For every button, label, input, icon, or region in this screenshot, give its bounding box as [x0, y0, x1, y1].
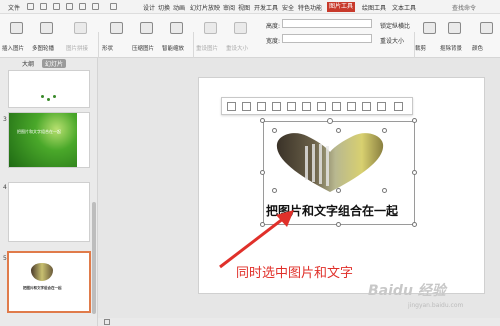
align-center-icon[interactable]	[242, 102, 251, 111]
slide-thumbnail-4[interactable]	[8, 182, 90, 242]
crop-icon	[423, 22, 436, 34]
align-right-icon[interactable]	[257, 102, 266, 111]
matting-icon	[448, 22, 461, 34]
compress-picture-button[interactable]: 压缩图片	[132, 16, 162, 56]
reset-picture-button[interactable]: 重设图片	[196, 16, 226, 56]
preview-icon[interactable]	[79, 3, 86, 10]
shape-button[interactable]: 形状	[102, 16, 132, 56]
reset-size-button[interactable]: 重设大小	[226, 16, 256, 56]
format-painter-icon[interactable]	[92, 3, 99, 10]
save-icon[interactable]	[27, 3, 34, 10]
slide-image	[9, 113, 77, 167]
tab-drawing-tools[interactable]: 绘图工具	[362, 3, 386, 12]
status-bar	[98, 318, 500, 326]
tab-review[interactable]: 审阅	[223, 3, 235, 12]
tab-slideshow[interactable]: 幻灯片放映	[190, 3, 220, 12]
ungroup-icon[interactable]	[362, 102, 371, 111]
decoration-dot	[53, 95, 56, 98]
width-label: 宽度:	[266, 38, 281, 45]
tab-security[interactable]: 安全	[282, 3, 294, 12]
tab-transition[interactable]: 切换	[158, 3, 170, 12]
align-left-icon[interactable]	[227, 102, 236, 111]
menu-bar: 文件 设计 切换 动画 幻灯片放映 审阅 视图 开发工具 安全 特色功能 图片工…	[0, 0, 500, 14]
smart-zoom-button[interactable]: 智能缩放	[162, 16, 192, 56]
decoration-dot	[41, 95, 44, 98]
align-bottom-icon[interactable]	[302, 102, 311, 111]
resize-handle[interactable]	[336, 222, 341, 227]
more-icon[interactable]	[394, 102, 403, 111]
resize-handle[interactable]	[260, 118, 265, 123]
file-menu[interactable]: 文件	[8, 3, 20, 12]
zoom-icon	[170, 22, 183, 34]
slides-panel: 大纲 幻灯片 3 把图片和文字组合在一起 4 5 把图片和文字组合在一起	[0, 58, 98, 326]
search-command[interactable]: 查找命令	[452, 3, 476, 12]
watermark-url: jingyan.baidu.com	[408, 302, 464, 309]
compress-icon	[140, 22, 153, 34]
tab-design[interactable]: 设计	[143, 3, 155, 12]
resize-handle[interactable]	[412, 118, 417, 123]
baidu-logo: Baidu 经验	[368, 283, 446, 299]
tab-text-tools[interactable]: 文本工具	[392, 3, 416, 12]
distribute-horizontal-icon[interactable]	[317, 102, 326, 111]
tab-view[interactable]: 视图	[238, 3, 250, 12]
width-input[interactable]	[282, 34, 372, 43]
align-toolbar	[221, 97, 413, 115]
picture-icon	[10, 22, 23, 34]
tab-slides[interactable]: 幻灯片	[42, 59, 67, 68]
remove-background-button[interactable]: 抠除背景	[440, 16, 470, 56]
panel-scrollbar[interactable]	[92, 202, 96, 314]
ribbon: 插入图片 多图轮播 图片拼接 形状 压缩图片 智能缩放 重设图片 重设大小 高度…	[0, 14, 500, 68]
decoration-dot	[47, 98, 50, 101]
stitch-icon	[74, 22, 87, 34]
layer-icon[interactable]	[377, 102, 386, 111]
reset-size-small-button[interactable]: 重设大小	[380, 36, 404, 45]
slide-text: 把图片和文字组合在一起	[23, 286, 62, 290]
height-label: 高度:	[266, 23, 281, 30]
tab-outline[interactable]: 大纲	[22, 59, 34, 68]
carousel-icon	[40, 22, 53, 34]
annotation-text: 同时选中图片和文字	[236, 266, 354, 281]
resize-handle[interactable]	[260, 170, 265, 175]
height-input[interactable]	[282, 19, 372, 28]
slide-thumbnail-5[interactable]: 把图片和文字组合在一起	[7, 251, 91, 313]
redo-icon[interactable]	[66, 3, 73, 10]
print-icon[interactable]	[53, 3, 60, 10]
color-icon	[480, 22, 493, 34]
resize-icon	[234, 22, 247, 34]
multi-picture-button[interactable]: 多图轮播	[32, 16, 62, 56]
align-top-icon[interactable]	[272, 102, 281, 111]
shape-icon	[110, 22, 123, 34]
slide-number: 3	[3, 116, 7, 123]
color-button[interactable]: 颜色	[472, 16, 500, 56]
picture-stitch-button[interactable]: 图片拼接	[66, 16, 96, 56]
reset-icon	[204, 22, 217, 34]
tab-developer[interactable]: 开发工具	[254, 3, 278, 12]
slide-thumbnail-2[interactable]	[8, 70, 90, 108]
slide-thumbnail-3[interactable]: 把图片和文字组合在一起	[8, 112, 90, 168]
distribute-vertical-icon[interactable]	[332, 102, 341, 111]
tab-features[interactable]: 特色功能	[298, 3, 322, 12]
dropdown-icon[interactable]	[110, 3, 117, 10]
tab-animation[interactable]: 动画	[173, 3, 185, 12]
rotate-handle[interactable]	[327, 118, 333, 124]
insert-picture-button[interactable]: 插入图片	[2, 16, 32, 56]
lock-ratio-checkbox[interactable]: 锁定纵横比	[380, 21, 410, 30]
resize-handle[interactable]	[412, 170, 417, 175]
slide-text: 把图片和文字组合在一起	[17, 129, 61, 134]
tab-picture-tools[interactable]: 图片工具	[327, 2, 356, 12]
heart-image	[31, 263, 53, 281]
group-icon[interactable]	[347, 102, 356, 111]
heart-picture[interactable]	[275, 132, 385, 194]
slide-number: 4	[3, 184, 7, 191]
resize-handle[interactable]	[412, 222, 417, 227]
align-middle-icon[interactable]	[287, 102, 296, 111]
undo-icon[interactable]	[40, 3, 47, 10]
notes-icon[interactable]	[104, 319, 110, 325]
